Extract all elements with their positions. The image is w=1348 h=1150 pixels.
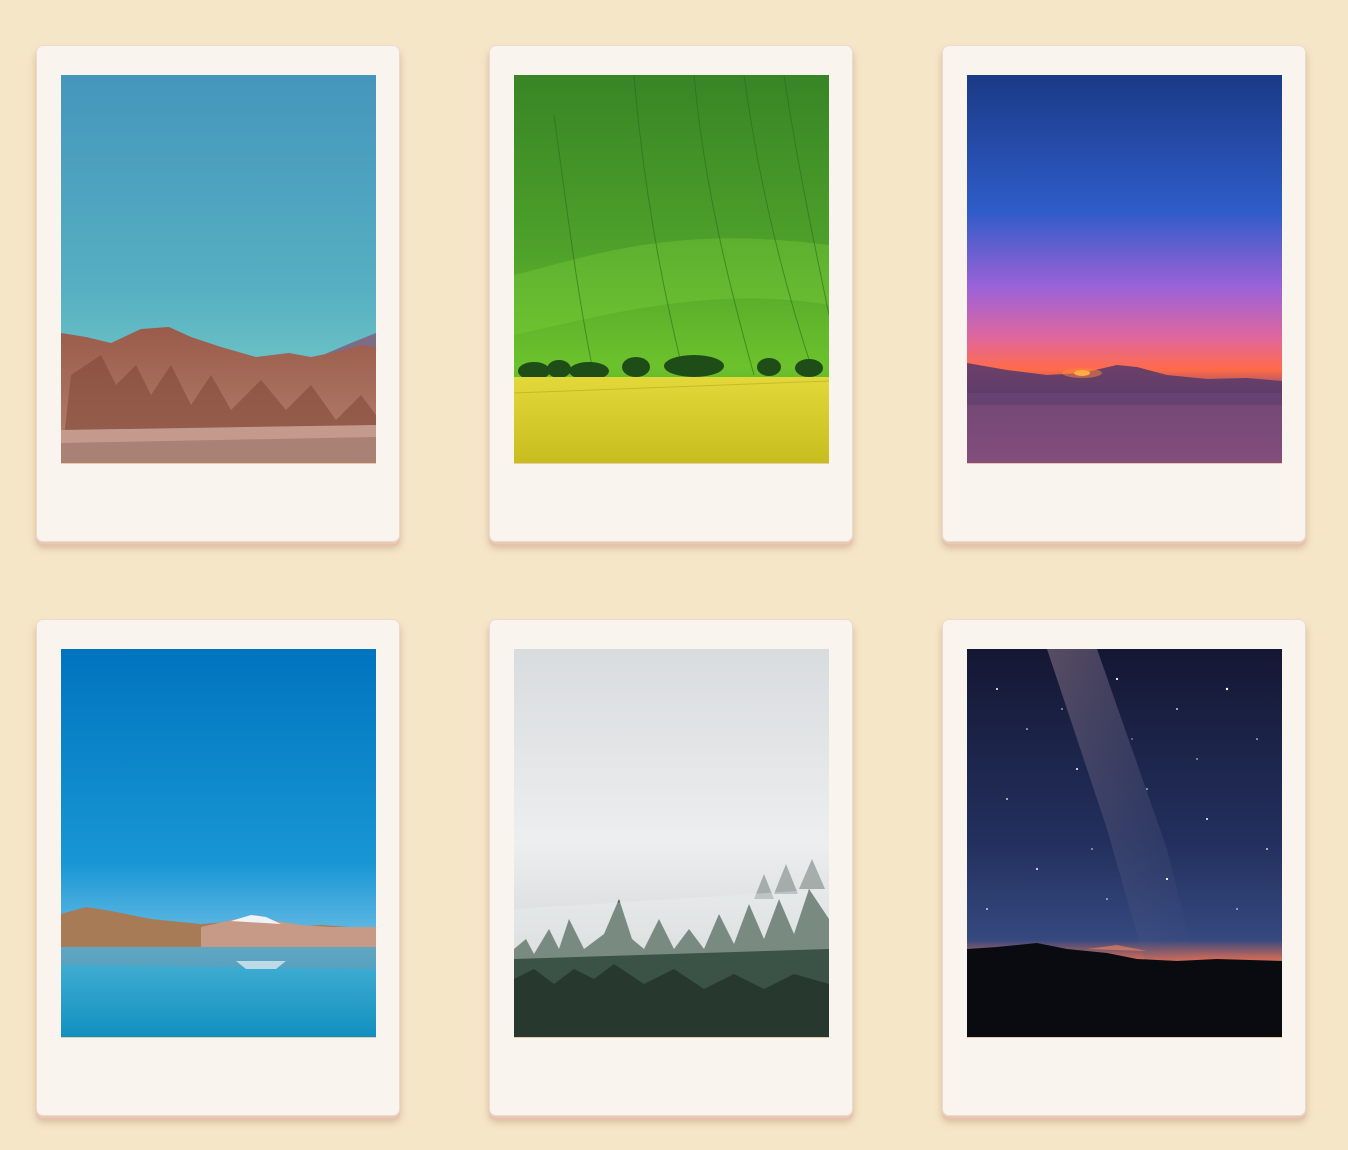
photo-desert-mountains [61, 75, 376, 463]
photo-card-5[interactable] [489, 619, 853, 1116]
photo-card-6[interactable] [942, 619, 1306, 1116]
photo-mountain-lake [61, 649, 376, 1037]
photo-sunset-horizon [967, 75, 1282, 463]
photo-card-4[interactable] [36, 619, 400, 1116]
photo-card-2[interactable] [489, 45, 853, 542]
photo-green-field [514, 75, 829, 463]
photo-misty-forest [514, 649, 829, 1037]
photo-milky-way-night [967, 649, 1282, 1037]
photo-card-1[interactable] [36, 45, 400, 542]
photo-card-3[interactable] [942, 45, 1306, 542]
